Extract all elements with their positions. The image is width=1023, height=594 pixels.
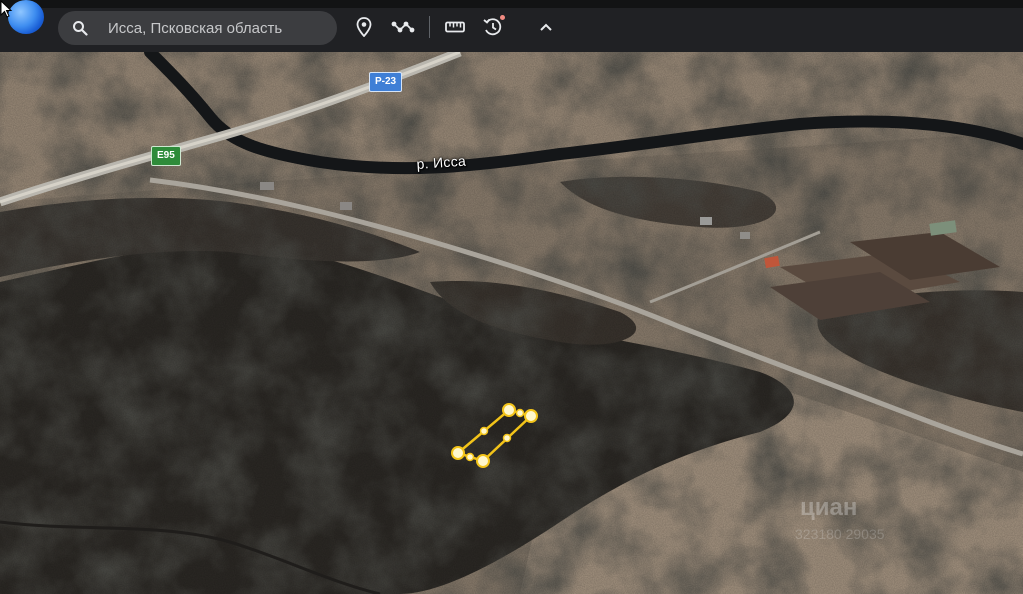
location-pin-button[interactable] [352,14,376,40]
search-icon[interactable] [72,20,88,36]
terrain-grain [0,52,1023,594]
mouse-cursor-icon [0,0,13,18]
toolbar-divider [429,16,430,38]
history-icon [483,18,502,36]
plot-vertex[interactable] [502,403,516,417]
plot-vertex[interactable] [524,409,538,423]
plot-vertex[interactable] [476,454,490,468]
plot-midpoint[interactable] [515,408,525,418]
location-pin-icon [356,17,372,37]
road-shield-e95: E95 [151,146,181,166]
plot-midpoint[interactable] [479,426,489,436]
toolbar [0,0,1023,52]
plot-vertex[interactable] [451,446,465,460]
satellite-imagery [0,52,1023,594]
satellite-map-view[interactable]: E95 Р-23 р. Исса циан 323180 29035 [0,52,1023,594]
chevron-up-icon [540,23,552,31]
measure-button[interactable] [443,14,467,40]
watermark-id: 323180 29035 [795,526,885,542]
historical-imagery-button[interactable] [481,14,505,40]
ruler-icon [445,21,465,33]
plot-midpoint[interactable] [465,452,475,462]
draw-path-button[interactable] [390,14,416,40]
road-shield-p23: Р-23 [369,72,403,92]
search-box[interactable] [58,11,337,45]
collapse-toolbar-button[interactable] [534,14,558,40]
search-input[interactable] [108,11,328,45]
notification-dot [500,15,505,20]
window-top-bar [0,0,1023,8]
plot-midpoint[interactable] [502,433,512,443]
path-icon [391,21,415,33]
watermark: циан [800,494,858,521]
